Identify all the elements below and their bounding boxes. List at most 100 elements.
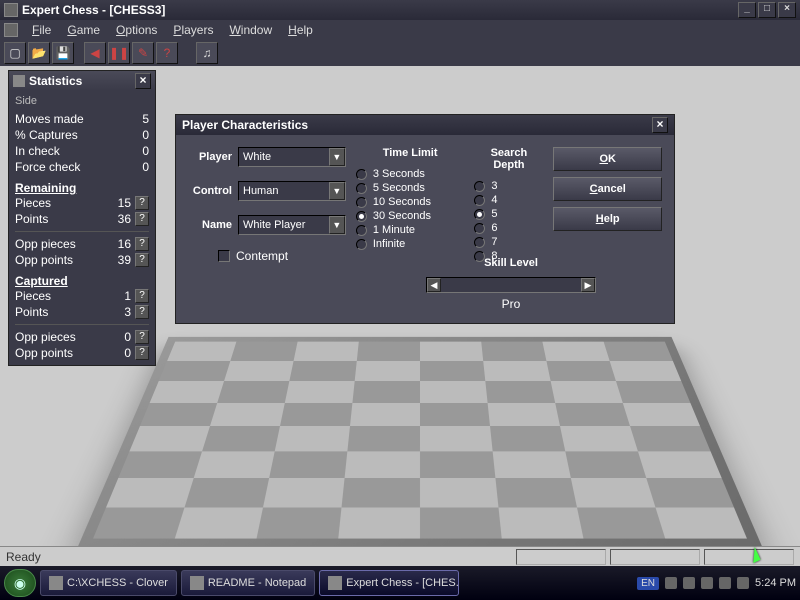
opp-pieces-help-button[interactable]: ? xyxy=(135,237,149,251)
stats-titlebar[interactable]: Statistics × xyxy=(9,71,155,91)
taskbar-task[interactable]: README - Notepad xyxy=(181,570,315,596)
status-cell xyxy=(610,549,700,565)
taskbar-task[interactable]: C:\XCHESS - Clover xyxy=(40,570,177,596)
window-titlebar: Expert Chess - [CHESS3] _ □ × xyxy=(0,0,800,20)
task-icon xyxy=(328,576,342,590)
status-bar: Ready xyxy=(0,546,800,566)
time-option-radio[interactable]: 3 Seconds xyxy=(356,167,465,181)
contempt-checkbox[interactable]: Contempt xyxy=(218,249,346,263)
moves-made-value: 5 xyxy=(142,112,149,126)
tray-icon[interactable] xyxy=(737,577,749,589)
time-option-radio[interactable]: 5 Seconds xyxy=(356,181,465,195)
menu-bar: File Game Options Players Window Help xyxy=(0,20,800,40)
task-icon xyxy=(190,576,204,590)
in-check-label: In check xyxy=(15,144,60,158)
tray-icon[interactable] xyxy=(701,577,713,589)
cap-opp-pieces-help-button[interactable]: ? xyxy=(135,330,149,344)
remaining-header: Remaining xyxy=(15,181,149,195)
radio-icon xyxy=(474,181,485,192)
depth-option-radio[interactable]: 3 xyxy=(474,179,543,193)
cap-opp-points-label: Opp points xyxy=(15,346,73,360)
captures-label: % Captures xyxy=(15,128,78,142)
depth-option-radio[interactable]: 4 xyxy=(474,193,543,207)
name-combo[interactable]: White Player▼ xyxy=(238,215,346,235)
save-button[interactable]: 💾 xyxy=(52,42,74,64)
time-option-radio[interactable]: 1 Minute xyxy=(356,223,465,237)
time-option-radio[interactable]: 30 Seconds xyxy=(356,209,465,223)
clock[interactable]: 5:24 PM xyxy=(755,577,796,589)
cap-opp-pieces-value: 0 xyxy=(124,330,131,344)
board-grid xyxy=(93,342,747,539)
taskbar: ◉ C:\XCHESS - CloverREADME - NotepadExpe… xyxy=(0,566,800,600)
radio-icon xyxy=(356,211,367,222)
tray-icon[interactable] xyxy=(683,577,695,589)
start-button[interactable]: ◉ xyxy=(4,569,36,597)
depth-option-radio[interactable]: 5 xyxy=(474,207,543,221)
language-indicator[interactable]: EN xyxy=(637,577,659,590)
points-value: 36 xyxy=(118,212,131,226)
cap-points-help-button[interactable]: ? xyxy=(135,305,149,319)
maximize-button[interactable]: □ xyxy=(758,2,776,18)
force-check-label: Force check xyxy=(15,160,80,174)
tray-icon[interactable] xyxy=(665,577,677,589)
points-help-button[interactable]: ? xyxy=(135,212,149,226)
menu-options[interactable]: Options xyxy=(108,21,165,39)
menu-players[interactable]: Players xyxy=(165,21,221,39)
menu-help[interactable]: Help xyxy=(280,21,321,39)
tray-icon[interactable] xyxy=(719,577,731,589)
dialog-close-button[interactable]: × xyxy=(652,117,668,133)
help-button[interactable]: Help xyxy=(553,207,662,231)
player-label: Player xyxy=(188,151,238,163)
slider-left-button[interactable]: ◀ xyxy=(427,278,441,292)
time-option-radio[interactable]: Infinite xyxy=(356,237,465,251)
pause-button[interactable]: ❚❚ xyxy=(108,42,130,64)
sound-button[interactable]: ♫ xyxy=(196,42,218,64)
close-button[interactable]: × xyxy=(778,2,796,18)
radio-icon xyxy=(356,197,367,208)
depth-option-radio[interactable]: 7 xyxy=(474,235,543,249)
cancel-button[interactable]: Cancel xyxy=(553,177,662,201)
pieces-help-button[interactable]: ? xyxy=(135,196,149,210)
minimize-button[interactable]: _ xyxy=(738,2,756,18)
menu-window[interactable]: Window xyxy=(221,21,280,39)
opp-points-label: Opp points xyxy=(15,253,73,267)
time-option-radio[interactable]: 10 Seconds xyxy=(356,195,465,209)
cap-pieces-help-button[interactable]: ? xyxy=(135,289,149,303)
chevron-down-icon[interactable]: ▼ xyxy=(329,148,345,166)
chess-board[interactable] xyxy=(78,337,763,548)
slider-right-button[interactable]: ▶ xyxy=(581,278,595,292)
status-cell xyxy=(704,549,794,565)
cap-pieces-label: Pieces xyxy=(15,289,51,303)
cap-opp-points-help-button[interactable]: ? xyxy=(135,346,149,360)
radio-icon xyxy=(474,237,485,248)
stats-icon xyxy=(13,75,25,87)
radio-icon xyxy=(356,225,367,236)
skill-slider[interactable]: ◀ ▶ xyxy=(426,277,596,293)
hint-button[interactable]: ✎ xyxy=(132,42,154,64)
chevron-down-icon[interactable]: ▼ xyxy=(329,182,345,200)
new-button[interactable]: ▢ xyxy=(4,42,26,64)
dialog-titlebar[interactable]: Player Characteristics × xyxy=(176,115,674,135)
control-combo[interactable]: Human▼ xyxy=(238,181,346,201)
radio-icon xyxy=(474,195,485,206)
menu-game[interactable]: Game xyxy=(59,21,108,39)
depth-option-radio[interactable]: 6 xyxy=(474,221,543,235)
ok-button[interactable]: OK xyxy=(553,147,662,171)
menu-file[interactable]: File xyxy=(24,21,59,39)
chevron-down-icon[interactable]: ▼ xyxy=(329,216,345,234)
status-cell xyxy=(516,549,606,565)
moves-made-label: Moves made xyxy=(15,112,84,126)
pieces-label: Pieces xyxy=(15,196,51,210)
in-check-value: 0 xyxy=(142,144,149,158)
help-button[interactable]: ? xyxy=(156,42,178,64)
stats-close-button[interactable]: × xyxy=(135,73,151,89)
taskbar-task[interactable]: Expert Chess - [CHES... xyxy=(319,570,459,596)
mdi-icon[interactable] xyxy=(4,23,18,37)
player-combo[interactable]: White▼ xyxy=(238,147,346,167)
points-label: Points xyxy=(15,212,48,226)
opp-points-help-button[interactable]: ? xyxy=(135,253,149,267)
opp-pieces-value: 16 xyxy=(118,237,131,251)
prev-button[interactable]: ◀ xyxy=(84,42,106,64)
open-button[interactable]: 📂 xyxy=(28,42,50,64)
toolbar: ▢ 📂 💾 ◀ ❚❚ ✎ ? ♫ xyxy=(0,40,800,66)
